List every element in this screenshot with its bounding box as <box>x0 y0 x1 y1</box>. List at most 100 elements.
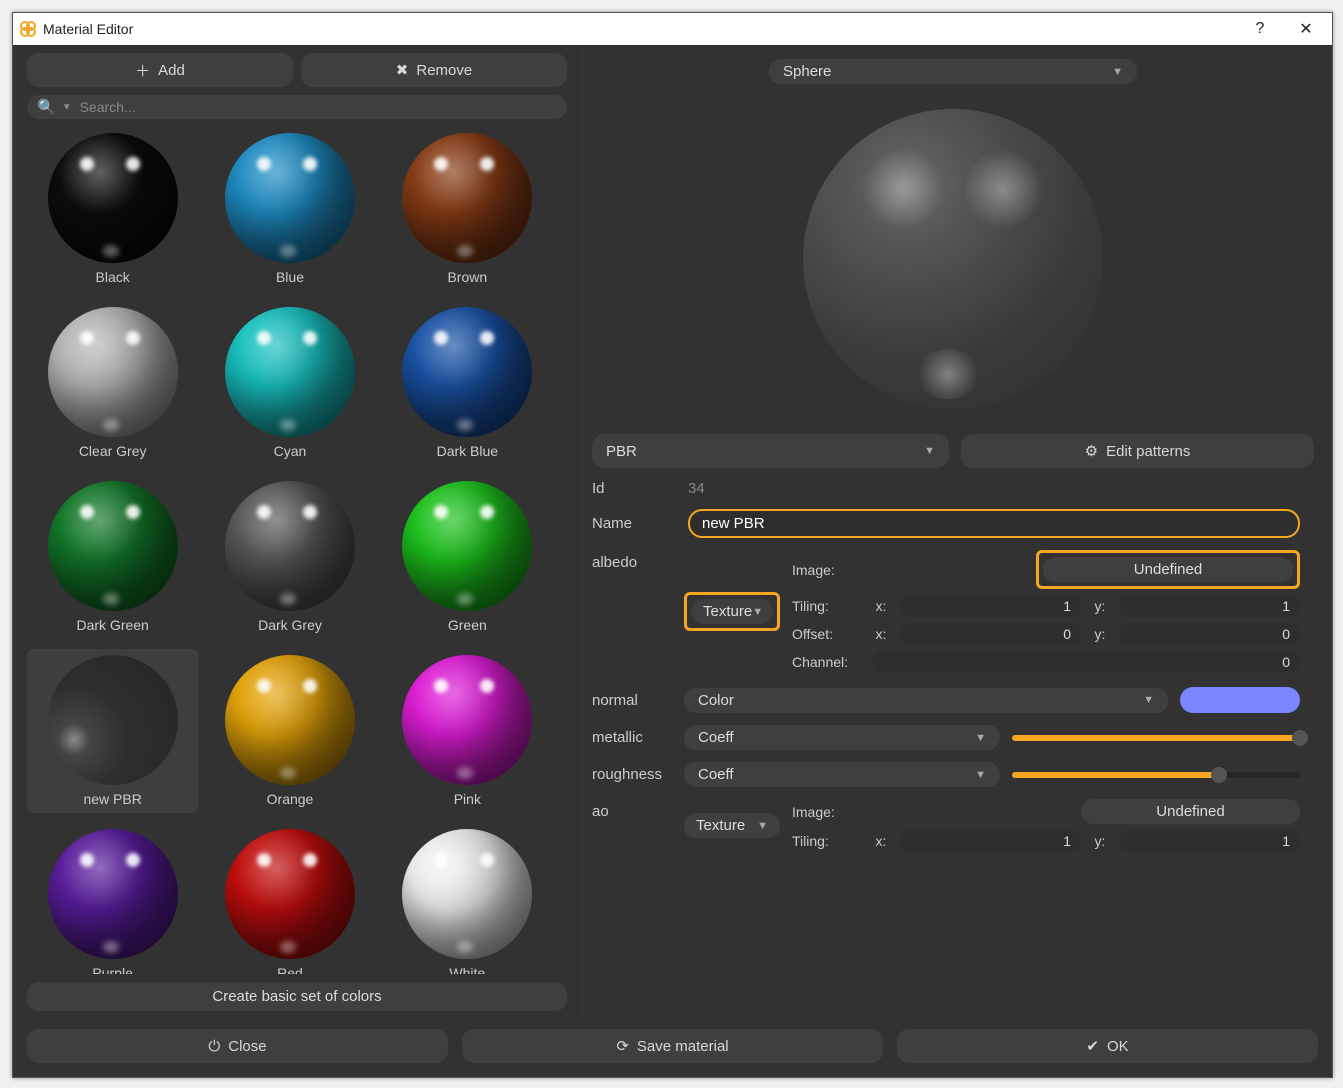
titlebar: Material Editor ? ✕ <box>13 13 1332 45</box>
material-item[interactable]: Dark Grey <box>204 475 375 639</box>
dropdown-icon[interactable]: ▼ <box>62 102 72 113</box>
albedo-tiling-y[interactable]: 1 <box>1119 595 1300 617</box>
check-icon: ✔ <box>1086 1037 1099 1055</box>
material-item[interactable]: Dark Green <box>27 475 198 639</box>
ao-tiling-y[interactable]: 1 <box>1119 830 1300 852</box>
material-item[interactable]: White <box>382 823 553 974</box>
close-window-button[interactable]: ✕ <box>1286 19 1326 39</box>
ok-button[interactable]: ✔ OK <box>897 1029 1318 1063</box>
albedo-offset-y[interactable]: 0 <box>1119 623 1300 645</box>
chevron-down-icon: ▼ <box>924 445 935 457</box>
material-label: Red <box>277 965 303 974</box>
material-item[interactable]: Blue <box>204 127 375 291</box>
material-item[interactable]: new PBR <box>27 649 198 813</box>
normal-label: normal <box>592 692 672 709</box>
search-field[interactable]: 🔍 ▼ <box>27 95 567 119</box>
material-label: Clear Grey <box>79 443 147 459</box>
material-item[interactable]: Orange <box>204 649 375 813</box>
chevron-down-icon: ▼ <box>757 820 768 832</box>
material-label: Blue <box>276 269 304 285</box>
material-sphere <box>225 307 355 437</box>
metallic-mode-dropdown[interactable]: Coeff ▼ <box>684 725 1000 750</box>
albedo-channel[interactable]: 0 <box>872 651 1300 673</box>
material-label: Dark Green <box>76 617 148 633</box>
help-button[interactable]: ? <box>1240 20 1280 38</box>
material-sphere <box>402 133 532 263</box>
material-item[interactable]: Purple <box>27 823 198 974</box>
remove-icon: ✖ <box>396 61 409 79</box>
plus-icon: ＋ <box>135 60 150 81</box>
material-item[interactable]: Red <box>204 823 375 974</box>
material-sphere <box>402 655 532 785</box>
material-sphere <box>225 133 355 263</box>
normal-color-swatch[interactable] <box>1180 687 1300 713</box>
edit-patterns-button[interactable]: ⚙ Edit patterns <box>961 434 1314 468</box>
material-name-input[interactable] <box>688 509 1300 538</box>
normal-mode-dropdown[interactable]: Color ▼ <box>684 688 1168 713</box>
metallic-slider[interactable] <box>1012 735 1300 741</box>
metallic-label: metallic <box>592 729 672 746</box>
search-icon: 🔍 <box>37 98 56 116</box>
material-sphere <box>402 307 532 437</box>
channel-label: Channel: <box>792 654 862 670</box>
material-item[interactable]: Green <box>382 475 553 639</box>
material-item[interactable]: Dark Blue <box>382 301 553 465</box>
remove-button[interactable]: ✖ Remove <box>301 53 567 87</box>
name-label: Name <box>592 515 672 532</box>
roughness-label: roughness <box>592 766 672 783</box>
albedo-mode-dropdown[interactable]: Texture ▼ <box>691 599 773 624</box>
material-sphere <box>225 829 355 959</box>
add-label: Add <box>158 62 185 79</box>
create-basic-colors-button[interactable]: Create basic set of colors <box>27 982 567 1011</box>
roughness-mode-dropdown[interactable]: Coeff ▼ <box>684 762 1000 787</box>
ao-mode-dropdown[interactable]: Texture ▼ <box>684 813 780 838</box>
chevron-down-icon: ▼ <box>1112 66 1123 78</box>
material-item[interactable]: Black <box>27 127 198 291</box>
albedo-mode-value: Texture <box>703 603 752 620</box>
ao-image-label: Image: <box>792 804 862 820</box>
roughness-mode-value: Coeff <box>698 766 975 783</box>
albedo-tiling-x[interactable]: 1 <box>900 595 1081 617</box>
ok-label: OK <box>1107 1038 1129 1055</box>
id-label: Id <box>592 480 672 497</box>
material-type-dropdown[interactable]: PBR ▼ <box>592 434 949 468</box>
footer: ⏻ Close ⟳ Save material ✔ OK <box>13 1019 1332 1077</box>
material-label: Green <box>448 617 487 633</box>
search-input[interactable] <box>78 98 557 116</box>
material-sphere <box>402 829 532 959</box>
preview-sphere <box>803 109 1103 409</box>
material-item[interactable]: Brown <box>382 127 553 291</box>
material-label: Dark Grey <box>258 617 322 633</box>
gear-icon: ⚙ <box>1085 442 1098 460</box>
material-item[interactable]: Pink <box>382 649 553 813</box>
preview-shape-dropdown[interactable]: Sphere ▼ <box>769 59 1137 84</box>
add-button[interactable]: ＋ Add <box>27 53 293 87</box>
material-grid: Black Blue Brown Clear Grey Cyan Dark Blue Dar… <box>27 127 567 974</box>
app-icon <box>19 20 37 38</box>
material-sphere <box>402 481 532 611</box>
material-item[interactable]: Cyan <box>204 301 375 465</box>
material-item[interactable]: Clear Grey <box>27 301 198 465</box>
material-editor-window: Material Editor ? ✕ ＋ Add ✖ Remove 🔍 ▼ <box>12 12 1333 1078</box>
albedo-offset-x[interactable]: 0 <box>900 623 1081 645</box>
material-sphere <box>48 481 178 611</box>
ao-tiling-x[interactable]: 1 <box>900 830 1081 852</box>
close-label: Close <box>228 1038 266 1055</box>
save-label: Save material <box>637 1038 729 1055</box>
chevron-down-icon: ▼ <box>975 769 986 781</box>
material-label: White <box>449 965 485 974</box>
material-sphere <box>48 307 178 437</box>
close-button[interactable]: ⏻ Close <box>27 1029 448 1063</box>
material-sphere <box>48 829 178 959</box>
y-axis-label: y: <box>1091 626 1109 642</box>
material-type-value: PBR <box>606 443 924 460</box>
ao-image-button[interactable]: Undefined <box>1081 799 1300 824</box>
y-axis-label: y: <box>1091 598 1109 614</box>
save-material-button[interactable]: ⟳ Save material <box>462 1029 883 1063</box>
material-label: Cyan <box>274 443 307 459</box>
remove-label: Remove <box>416 62 472 79</box>
tiling-label: Tiling: <box>792 598 862 614</box>
roughness-slider[interactable] <box>1012 772 1300 778</box>
albedo-label: albedo <box>592 550 672 571</box>
albedo-image-button[interactable]: Undefined <box>1043 557 1293 582</box>
